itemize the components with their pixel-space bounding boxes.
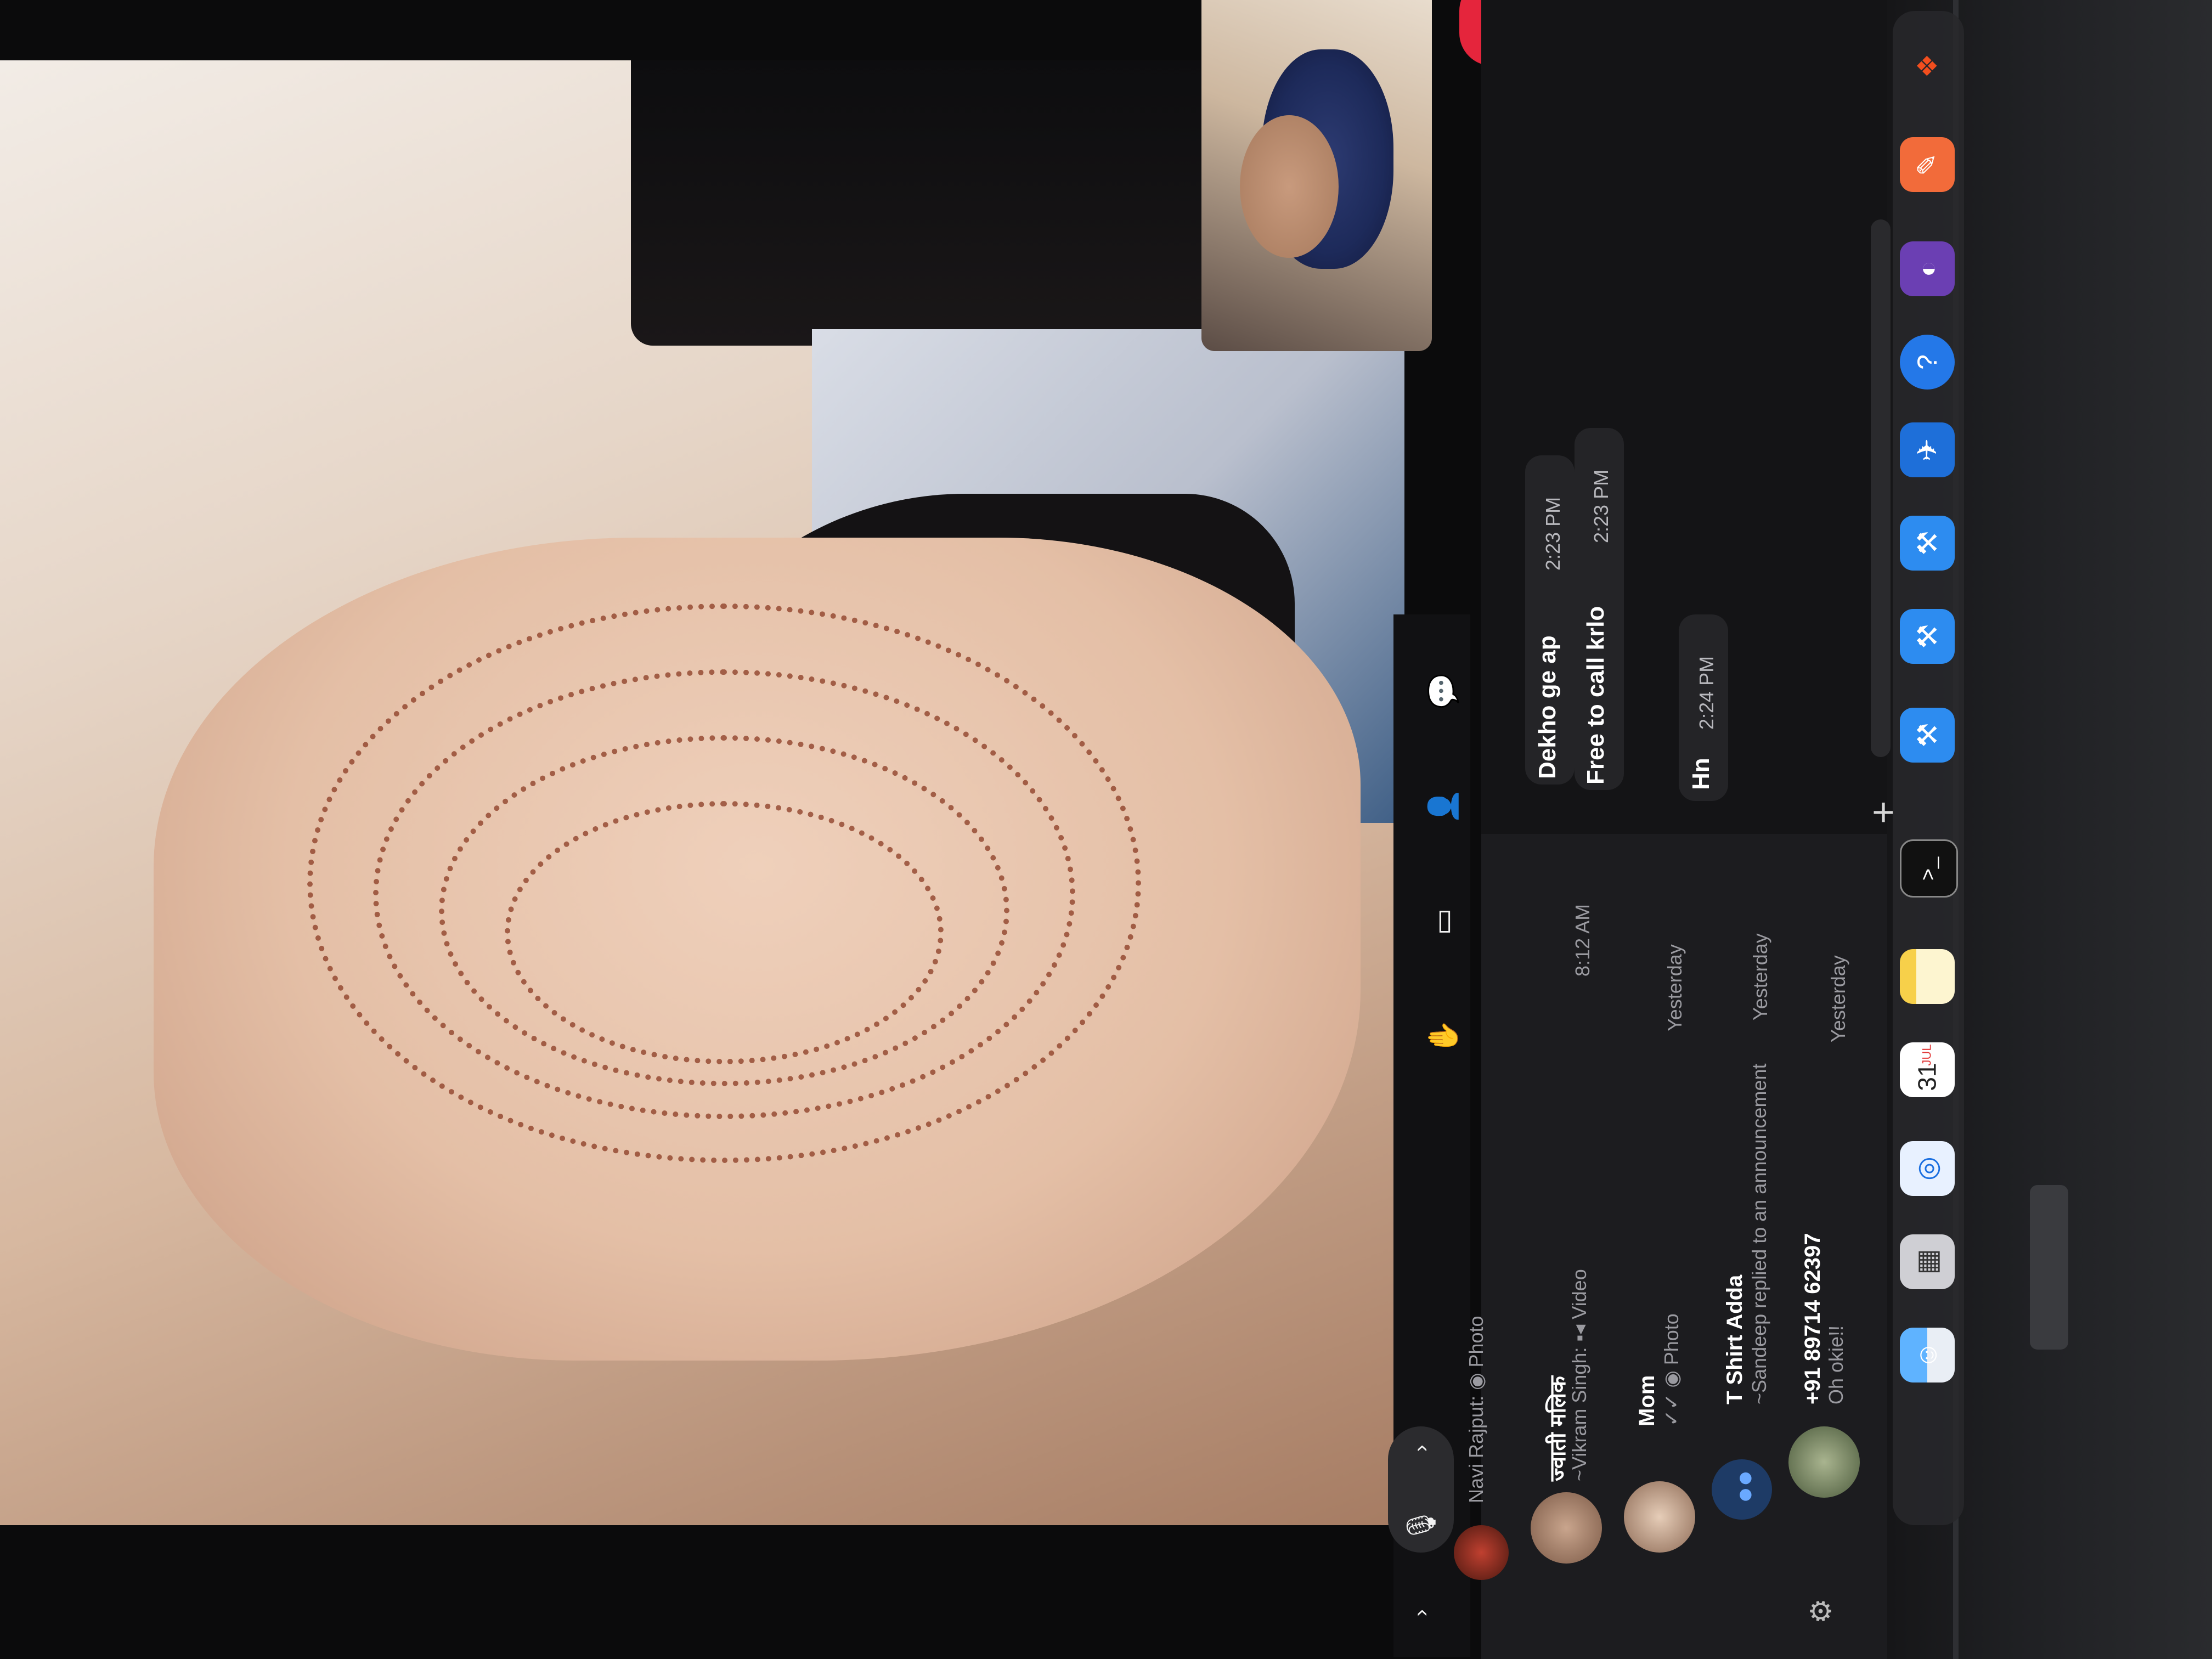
postman-icon[interactable]: ✎ [1900,137,1955,192]
message-time: 2:23 PM [1542,496,1564,571]
figma-icon[interactable]: ❖ [1900,38,1955,93]
message-time: 2:24 PM [1695,656,1718,730]
terminal-icon[interactable]: >_ [1900,839,1958,898]
avatar [1454,1525,1509,1580]
chat-time: Yesterday [1827,955,1849,1042]
message-text: Dekho ge ap [1534,635,1561,779]
avatar [1788,1426,1860,1498]
calendar-icon[interactable]: JUL 31 [1900,1042,1955,1097]
github-icon[interactable]: ◐ [1900,241,1955,296]
self-video-face [1240,115,1339,258]
share-screen-icon[interactable]: ▭ [1421,900,1465,944]
xcode-icon[interactable]: ⚒ [1900,708,1955,763]
message-text: Hn [1688,758,1714,790]
chat-preview: ~Sandeep replied to an announcement [1748,1063,1770,1405]
chat-name: T Shirt Adda [1723,1274,1747,1404]
chat-preview: Oh okie!! [1825,1325,1847,1404]
henna-pattern [505,801,944,1064]
notes-icon[interactable] [1900,949,1955,1004]
finder-icon[interactable]: ☺ [1900,1328,1955,1383]
chat-time: 8:12 AM [1571,904,1594,977]
chevron-icon[interactable]: › [1399,1591,1443,1635]
add-person-icon[interactable]: 👤 [1421,785,1465,828]
mic-icon[interactable]: 🎙 [1399,1503,1443,1547]
simulator-icon[interactable]: ✈ [1900,422,1955,477]
avatar [1531,1492,1602,1564]
chat-name: +91 89714 62397 [1801,1233,1825,1404]
launchpad-icon[interactable]: ▦ [1900,1234,1955,1289]
laptop-hinge [2030,1185,2068,1350]
message-text: Free to call krlo [1582,606,1609,785]
instruments-icon[interactable]: ? [1900,335,1955,390]
calendar-day: 31 [1912,1063,1942,1091]
chat-preview: ~Vikram Singh: ▪◂ Video [1568,1269,1590,1481]
raise-hand-icon[interactable]: ✋ [1421,1015,1465,1059]
xcode-icon[interactable]: ⚒ [1900,516,1955,571]
chat-preview: ✓✓ ◉ Photo [1660,1313,1683,1426]
group-icon: ●● [1729,1470,1759,1503]
avatar [1624,1481,1695,1553]
chevron-icon[interactable]: › [1399,1426,1443,1470]
chat-time: Yesterday [1749,933,1771,1020]
chat-bubble-icon[interactable]: 💬 [1421,669,1465,713]
chat-preview: Navi Rajput: ◉ Photo [1465,1316,1487,1503]
message-input[interactable] [1871,219,1891,757]
settings-icon[interactable]: ⚙ [1805,1598,1838,1624]
chat-name: ज्वाती मलिक [1546,1376,1570,1481]
chat-time: Yesterday [1663,944,1686,1031]
attach-plus-button[interactable]: + [1872,790,1895,835]
macos-dock [1893,11,1964,1525]
xcode-icon[interactable]: ⚒ [1900,609,1955,664]
chat-name: Mom [1635,1375,1659,1426]
message-time: 2:23 PM [1590,469,1612,543]
safari-icon[interactable]: ◎ [1900,1141,1955,1196]
